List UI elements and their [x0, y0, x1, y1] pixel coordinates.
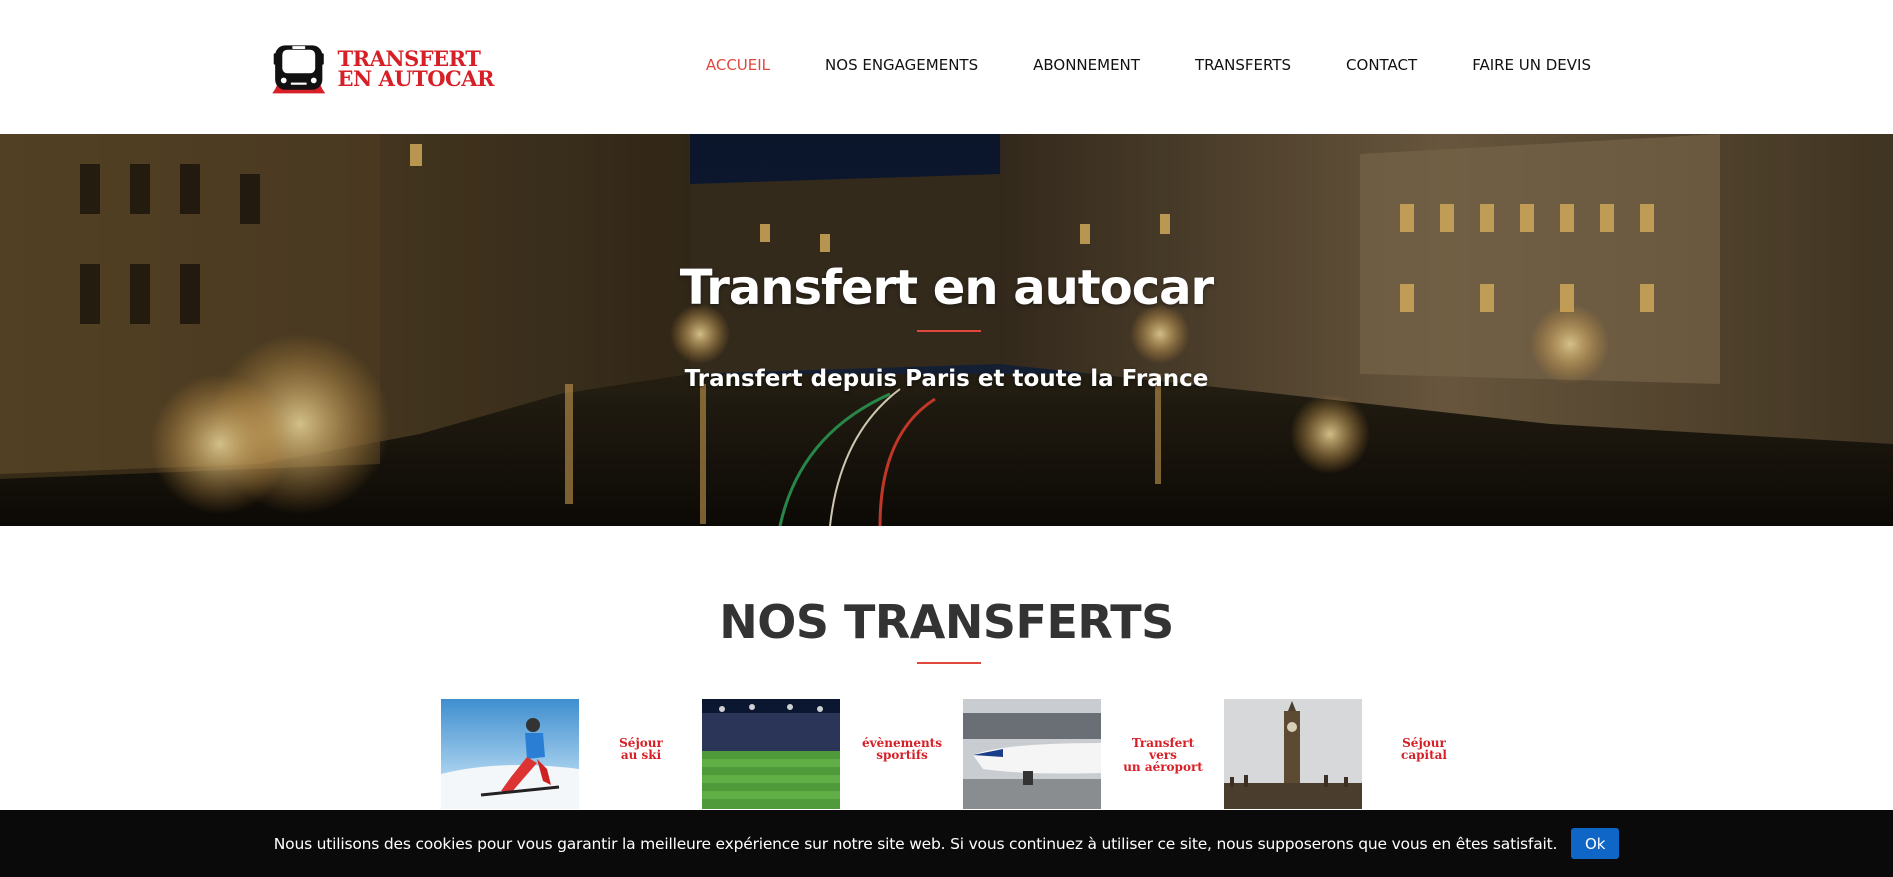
card-label-ski: Séjour au ski: [619, 736, 663, 762]
cookie-accept-button[interactable]: Ok: [1571, 828, 1620, 859]
nav-transferts[interactable]: TRANSFERTS: [1195, 56, 1291, 74]
skier-photo: [441, 699, 579, 809]
logo-wordmark: TRANSFERT EN AUTOCAR: [337, 48, 495, 91]
card-capital[interactable]: Séjour capital: [1224, 699, 1484, 809]
card-label-airport: Transfert vers un aéroport: [1123, 736, 1203, 774]
nav-accueil[interactable]: ACCUEIL: [706, 56, 770, 74]
card-sport-events[interactable]: évènements sportifs: [702, 699, 962, 809]
card-label-capital: Séjour capital: [1401, 736, 1447, 762]
airplane-photo: [963, 699, 1101, 809]
logo-line-2: EN AUTOCAR: [337, 66, 495, 91]
hero-divider: [917, 330, 981, 332]
nav-abonnement[interactable]: ABONNEMENT: [1033, 56, 1140, 74]
hero-title: Transfert en autocar: [679, 260, 1214, 316]
cookie-banner: Nous utilisons des cookies pour vous gar…: [0, 810, 1893, 877]
hero-banner: Transfert en autocar Transfert depuis Pa…: [0, 134, 1893, 526]
card-airport[interactable]: Transfert vers un aéroport: [963, 699, 1223, 809]
site-logo[interactable]: TRANSFERT EN AUTOCAR: [268, 32, 494, 106]
big-ben-photo: [1224, 699, 1362, 809]
card-label-sport-events: évènements sportifs: [862, 736, 942, 762]
card-ski[interactable]: Séjour au ski: [441, 699, 701, 809]
section-title: NOS TRANSFERTS: [719, 595, 1174, 649]
main-nav: ACCUEIL NOS ENGAGEMENTS ABONNEMENT TRANS…: [651, 56, 1591, 74]
nav-contact[interactable]: CONTACT: [1346, 56, 1417, 74]
site-header: TRANSFERT EN AUTOCAR ACCUEIL NOS ENGAGEM…: [0, 0, 1893, 134]
stadium-photo: [702, 699, 840, 809]
cookie-message: Nous utilisons des cookies pour vous gar…: [273, 834, 1558, 853]
nav-faire-un-devis[interactable]: FAIRE UN DEVIS: [1472, 56, 1591, 74]
section-divider: [917, 662, 981, 664]
bus-icon: [272, 45, 326, 94]
hero-subtitle: Transfert depuis Paris et toute la Franc…: [684, 366, 1209, 392]
nav-nos-engagements[interactable]: NOS ENGAGEMENTS: [825, 56, 978, 74]
